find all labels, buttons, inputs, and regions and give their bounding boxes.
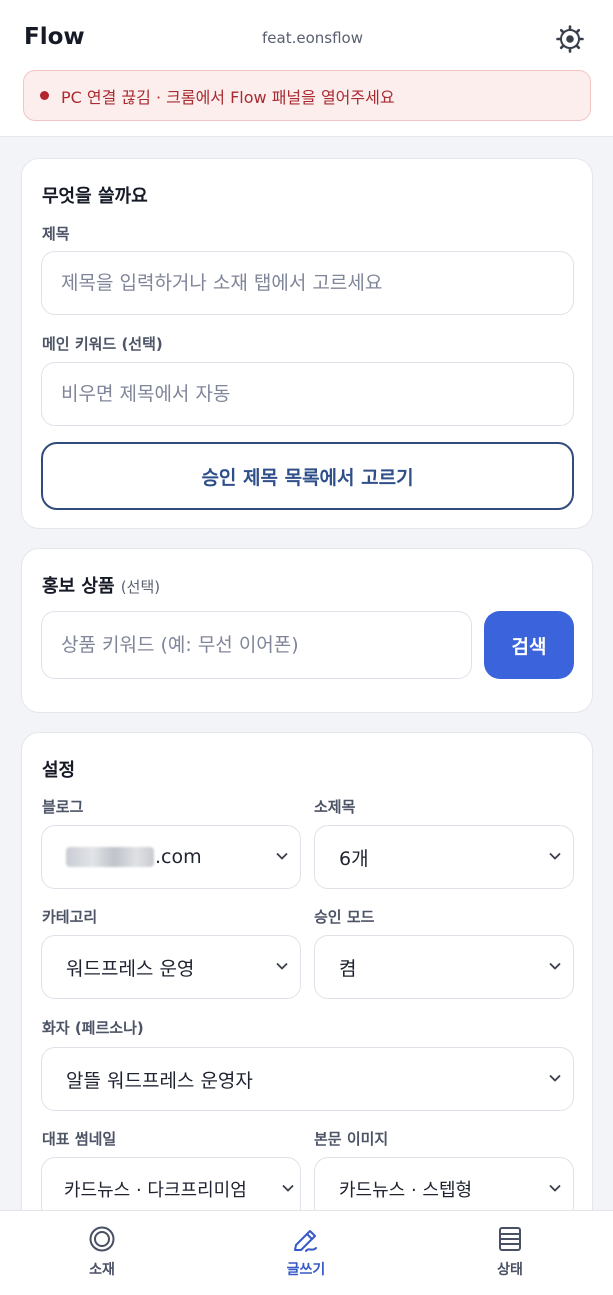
pick-approved-title-button[interactable]: 승인 제목 목록에서 고르기: [41, 442, 574, 510]
product-card: 홍보 상품 (선택) 검색: [21, 548, 593, 713]
redacted-text: [66, 847, 154, 867]
subheading-label: 소제목: [314, 798, 356, 816]
approval-label: 승인 모드: [314, 908, 375, 926]
keyword-label: 메인 키워드 (선택): [42, 335, 163, 353]
category-select[interactable]: 워드프레스 운영: [41, 935, 301, 999]
product-search-input[interactable]: [41, 611, 472, 679]
persona-select-value: 알뜰 워드프레스 운영자: [66, 1069, 253, 1092]
gear-icon[interactable]: [555, 24, 585, 54]
nav-label-source: 소재: [89, 1262, 115, 1278]
thumbnail-select-value: 카드뉴스 · 다크프리미엄: [64, 1180, 247, 1201]
compose-card: 무엇을 쓸까요 제목 메인 키워드 (선택) 승인 제목 목록에서 고르기: [21, 158, 593, 529]
chevron-down-icon: [276, 962, 288, 970]
keyword-input[interactable]: [41, 362, 574, 426]
settings-card: 설정 블로그 .com 소제목 6개 카테고리 워드프레스 운영 승인 모드 켬…: [21, 732, 593, 1252]
body-image-select-value: 카드뉴스 · 스텝형: [339, 1180, 473, 1201]
compose-title: 무엇을 쓸까요: [42, 186, 148, 207]
blog-select[interactable]: .com: [41, 825, 301, 889]
chevron-down-icon: [282, 1184, 294, 1192]
title-input[interactable]: [41, 251, 574, 315]
account-name: feat.eonsflow: [262, 29, 363, 47]
blog-label: 블로그: [42, 798, 84, 816]
top-bar: Flow feat.eonsflow PC 연결 끊김 · 크롬에서 Flow …: [0, 0, 613, 137]
subheading-select[interactable]: 6개: [314, 825, 574, 889]
title-label: 제목: [42, 225, 70, 243]
subheading-select-value: 6개: [339, 847, 369, 870]
chevron-down-icon: [549, 852, 561, 860]
product-title-text: 홍보 상품: [42, 576, 115, 597]
persona-select[interactable]: 알뜰 워드프레스 운영자: [41, 1047, 574, 1111]
product-title-suffix: (선택): [120, 578, 161, 596]
blog-select-value: .com: [155, 846, 202, 868]
chevron-down-icon: [276, 852, 288, 860]
thumbnail-label: 대표 썸네일: [42, 1130, 117, 1148]
category-label: 카테고리: [42, 908, 98, 926]
chevron-down-icon: [549, 962, 561, 970]
list-icon: [499, 1227, 521, 1251]
product-title: 홍보 상품 (선택): [42, 572, 160, 598]
body-image-label: 본문 이미지: [314, 1130, 389, 1148]
search-button[interactable]: 검색: [484, 611, 574, 679]
alert-text: PC 연결 끊김 · 크롬에서 Flow 패널을 열어주세요: [61, 87, 395, 107]
chevron-down-icon: [549, 1074, 561, 1082]
connection-alert: PC 연결 끊김 · 크롬에서 Flow 패널을 열어주세요: [23, 70, 591, 121]
nav-label-write: 글쓰기: [286, 1262, 326, 1278]
approval-select-value: 켬: [339, 957, 357, 980]
nav-item-write[interactable]: 글쓰기: [204, 1211, 408, 1295]
pencil-icon: [294, 1230, 317, 1252]
nav-item-source[interactable]: 소재: [0, 1211, 204, 1295]
bottom-nav: 소재 글쓰기 상태: [0, 1210, 613, 1295]
chevron-down-icon: [549, 1184, 561, 1192]
approval-select[interactable]: 켬: [314, 935, 574, 999]
nav-label-status: 상태: [497, 1262, 523, 1278]
nav-item-status[interactable]: 상태: [408, 1211, 612, 1295]
status-dot-icon: [40, 91, 49, 100]
target-icon: [89, 1226, 115, 1252]
category-select-value: 워드프레스 운영: [66, 957, 195, 980]
persona-label: 화자 (페르소나): [42, 1019, 144, 1037]
settings-title: 설정: [42, 760, 76, 781]
